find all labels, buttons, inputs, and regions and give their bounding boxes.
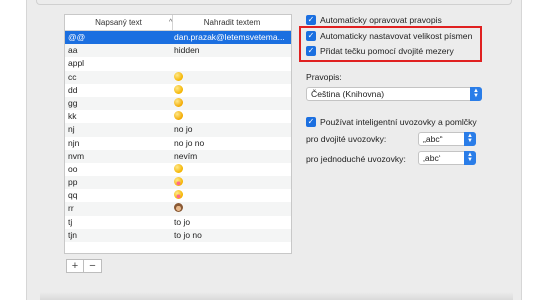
replacement-cell[interactable] [173,163,291,176]
table-header: Napsaný text ^ Nahradit textem [65,15,291,31]
typed-text-cell[interactable]: kk [65,110,173,123]
typed-text-cell[interactable]: dd [65,84,173,97]
column-header-replace-label: Nahradit textem [203,18,261,27]
autocapitalize-option[interactable]: ✓ Automaticky nastavovat velikost písmen [306,30,472,42]
table-row[interactable]: aa hidden [65,44,291,58]
table-row[interactable]: tj to jo [65,216,291,229]
typed-text-cell[interactable]: gg [65,97,173,110]
typed-text-cell[interactable]: njn [65,137,173,150]
table-row[interactable]: kk [65,110,291,123]
replacement-cell[interactable] [173,202,291,215]
table-row[interactable]: rr [65,202,291,216]
double-quotes-label: pro dvojité uvozovky: [306,134,387,144]
spelling-language-select[interactable]: Čeština (Knihovna) ▲ ▼ [306,87,482,101]
smirk-emoji-icon [174,97,183,107]
kiss-emoji-icon [174,190,183,200]
table-row[interactable]: appl [65,57,291,70]
single-quotes-label: pro jednoduché uvozovky: [306,154,406,164]
typed-text-cell[interactable]: nvm [65,150,173,163]
autocorrect-checkbox[interactable]: ✓ [306,15,316,25]
table-row[interactable]: dd [65,84,291,97]
table-row[interactable]: cc [65,70,291,84]
table-row[interactable]: qq [65,189,291,202]
table-row[interactable]: pp [65,176,291,190]
smart-quotes-checkbox[interactable]: ✓ [306,117,316,127]
typed-text-cell[interactable]: nj [65,123,173,136]
period-double-space-label: Přidat tečku pomocí dvojité mezery [320,46,454,56]
autocorrect-option[interactable]: ✓ Automaticky opravovat pravopis [306,14,442,26]
blush-emoji-icon [174,163,183,173]
replacement-cell[interactable]: dan.prazak@letemsvetema... [173,31,291,44]
double-quotes-select[interactable]: „abc“ ▲ ▼ [418,132,476,146]
replacement-cell[interactable] [173,57,291,70]
table-body: @@ dan.prazak@letemsvetema... aa hidden appl… [65,31,291,242]
add-remove-controls: + − [66,259,102,273]
replacement-cell[interactable]: to jo no [173,229,291,242]
monkey-emoji-icon [174,203,183,213]
replacement-cell[interactable]: nevím [173,150,291,163]
laugh-emoji-icon [174,111,183,121]
replacement-cell[interactable]: hidden [173,44,291,57]
table-row[interactable]: oo [65,163,291,176]
grin-emoji-icon [174,84,183,94]
typed-text-cell[interactable]: pp [65,176,173,189]
replacement-cell[interactable] [173,84,291,97]
table-row[interactable]: tjn to jo no [65,228,291,242]
table-row[interactable]: nj no jo [65,123,291,137]
updown-chevron-icon: ▲ ▼ [464,132,476,146]
period-double-space-checkbox[interactable]: ✓ [306,46,316,56]
column-header-replace-with[interactable]: ^ Nahradit textem [169,15,291,31]
single-quotes-value: ‚abc‘ [423,153,441,163]
replacement-cell[interactable]: no jo [173,123,291,136]
replacement-cell[interactable] [173,110,291,123]
replacement-cell[interactable] [173,176,291,189]
typed-text-cell[interactable]: oo [65,163,173,176]
typed-text-cell[interactable]: tj [65,216,173,229]
spelling-language-value: Čeština (Knihovna) [311,89,385,99]
period-double-space-option[interactable]: ✓ Přidat tečku pomocí dvojité mezery [306,45,454,57]
smile-emoji-icon [174,71,183,81]
remove-replacement-button[interactable]: − [84,259,102,273]
autocorrect-label: Automaticky opravovat pravopis [320,15,442,25]
smart-quotes-option[interactable]: ✓ Používat inteligentní uvozovky a pomlč… [306,116,477,128]
table-row[interactable]: nvm nevím [65,149,291,163]
table-row[interactable]: gg [65,96,291,111]
tongue-emoji-icon [174,177,183,187]
replacement-cell[interactable] [173,189,291,202]
typed-text-cell[interactable]: cc [65,71,173,84]
table-row[interactable]: @@ dan.prazak@letemsvetema... [65,31,291,45]
typed-text-cell[interactable]: appl [65,57,173,70]
spelling-label: Pravopis: [306,72,342,82]
updown-chevron-icon: ▲ ▼ [470,87,482,101]
replacement-cell[interactable] [173,71,291,84]
typed-text-cell[interactable]: rr [65,202,173,215]
typed-text-cell[interactable]: aa [65,44,173,57]
typed-text-cell[interactable]: tjn [65,229,173,242]
typed-text-cell[interactable]: @@ [65,31,173,44]
replacement-cell[interactable]: to jo [173,216,291,229]
double-quotes-value: „abc“ [423,134,443,144]
autocapitalize-checkbox[interactable]: ✓ [306,31,316,41]
column-header-typed-text[interactable]: Napsaný text [65,15,173,31]
table-row[interactable]: njn no jo no [65,137,291,150]
add-replacement-button[interactable]: + [66,259,84,273]
autocapitalize-label: Automaticky nastavovat velikost písmen [320,31,473,41]
typed-text-cell[interactable]: qq [65,189,173,202]
text-replacement-table[interactable]: Napsaný text ^ Nahradit textem @@ dan.pra… [64,14,292,254]
window-bottom-shadow [40,292,513,300]
smart-quotes-label: Používat inteligentní uvozovky a pomlčky [320,117,477,127]
replacement-cell[interactable]: no jo no [173,137,291,150]
single-quotes-select[interactable]: ‚abc‘ ▲ ▼ [418,151,476,165]
sort-chevron-up-icon: ^ [169,19,173,26]
updown-chevron-icon: ▲ ▼ [464,151,476,165]
replacement-cell[interactable] [173,97,291,110]
